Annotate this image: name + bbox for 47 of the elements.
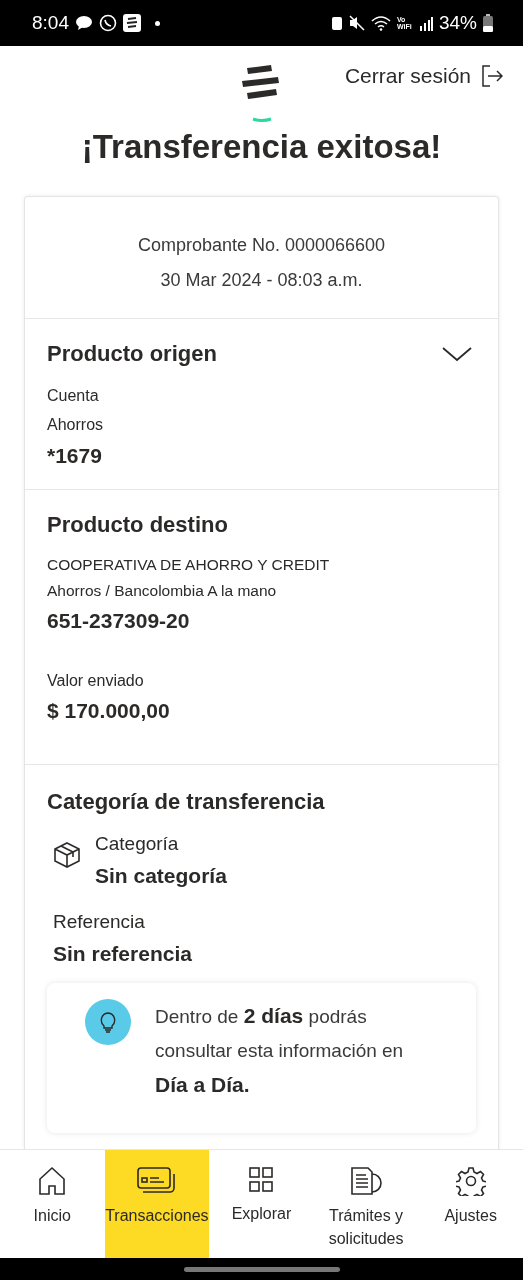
account-detail: Ahorros / Bancolombia A la mano xyxy=(47,581,278,601)
nav-tab[interactable]: Ajustes xyxy=(418,1150,523,1258)
app-icon xyxy=(123,14,141,32)
amount-value: $ 170.000,00 xyxy=(47,698,171,724)
message-icon xyxy=(75,15,93,31)
cards-icon xyxy=(136,1166,177,1196)
logout-icon xyxy=(481,65,503,87)
receipt-number: Comprobante No. 0000066600 xyxy=(137,235,386,256)
account-detail: COOPERATIVA DE AHORRO Y CREDIT xyxy=(47,555,331,575)
grid-icon xyxy=(248,1166,275,1194)
chevron-icon[interactable] xyxy=(442,346,472,362)
mute-icon xyxy=(348,15,365,31)
signal-icon xyxy=(418,15,433,31)
nav-tab[interactable]: Explorar xyxy=(209,1150,314,1258)
wifi-icon xyxy=(370,15,391,31)
receipt-date: 30 Mar 2024 - 08:03 a.m. xyxy=(160,270,363,291)
home-icon xyxy=(38,1166,67,1196)
section-title: Categoría de transferencia xyxy=(47,789,326,815)
account-detail: Ahorros xyxy=(47,415,105,435)
section-title: Producto origen xyxy=(47,341,217,367)
battery-icon xyxy=(483,14,493,32)
logout-link[interactable]: Cerrar sesión xyxy=(344,64,503,88)
chat-icon xyxy=(99,14,117,32)
nav-tab[interactable]: Trámites y solicitudes xyxy=(313,1150,419,1258)
status-time: 8:04 xyxy=(32,12,69,34)
nav-tab[interactable]: Transacciones xyxy=(104,1150,210,1258)
logo-icon xyxy=(241,64,281,122)
category-label: Categoría xyxy=(95,832,180,856)
gesture-bar[interactable] xyxy=(183,1266,340,1272)
reference-value: Sin referencia xyxy=(53,941,193,967)
box-icon xyxy=(53,841,81,869)
battery-saver-icon xyxy=(330,15,343,31)
battery-percent: 34% xyxy=(438,12,477,34)
account-number: *1679 xyxy=(47,443,103,469)
documents-icon xyxy=(350,1166,383,1196)
account-detail: Cuenta xyxy=(47,386,100,406)
dot-icon xyxy=(155,20,160,26)
account-number: 651-237309-20 xyxy=(47,608,191,634)
category-value: Sin categoría xyxy=(95,863,227,889)
reference-label: Referencia xyxy=(53,910,146,934)
lightbulb-icon xyxy=(85,999,131,1045)
section-title: Producto destino xyxy=(47,512,228,538)
settings-icon xyxy=(455,1166,486,1196)
info-text: Dentro de 2 días podrás consultar esta información en Día a Día. xyxy=(155,1003,405,1098)
amount-label: Valor enviado xyxy=(47,671,145,691)
nav-tab[interactable]: Inicio xyxy=(0,1150,105,1258)
page-title: ¡Transferencia exitosa! xyxy=(80,128,443,166)
